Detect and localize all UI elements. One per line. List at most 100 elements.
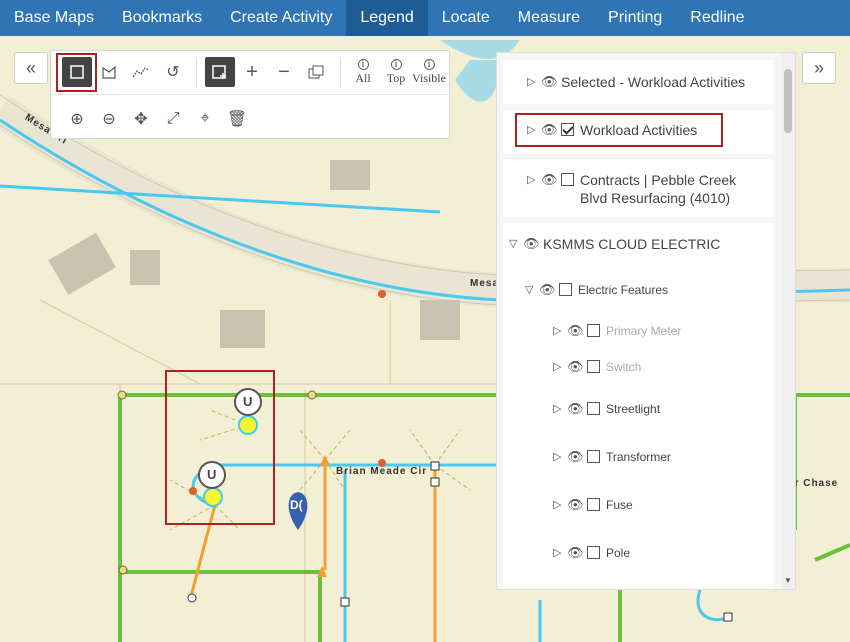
- layer-label: Switch: [606, 360, 642, 374]
- expand-arrow-icon[interactable]: ▷: [553, 546, 567, 559]
- scrollbar-thumb[interactable]: [784, 69, 792, 133]
- expand-arrow-icon[interactable]: ▷: [553, 498, 567, 511]
- top-nav: Base Maps Bookmarks Create Activity Lege…: [0, 0, 850, 36]
- eye-icon[interactable]: 👁: [567, 449, 587, 465]
- building: [130, 250, 160, 285]
- toolbar-row-select: ↺ + − i All i Top i Visible: [51, 51, 451, 95]
- device-node: [307, 390, 317, 400]
- eye-icon[interactable]: 👁: [541, 74, 561, 90]
- crosshair-icon: ⌖: [200, 110, 210, 127]
- layer-checkbox[interactable]: [587, 360, 600, 373]
- double-chevron-left-icon: «: [25, 57, 36, 78]
- legend-scrollbar[interactable]: ▼: [781, 53, 795, 589]
- layer-checkbox[interactable]: [587, 450, 600, 463]
- add-selection-button[interactable]: [205, 57, 235, 87]
- layer-streetlight[interactable]: ▷ 👁 Streetlight: [553, 400, 660, 418]
- nav-legend[interactable]: Legend: [346, 0, 428, 36]
- expand-arrow-icon[interactable]: ▷: [553, 450, 567, 463]
- info-icon: i: [390, 59, 402, 70]
- expand-arrow-icon[interactable]: ▷: [553, 402, 567, 415]
- nav-measure[interactable]: Measure: [504, 0, 594, 36]
- device-node: [189, 487, 197, 495]
- locate-button[interactable]: ⌖: [190, 104, 220, 134]
- highlight-rectangle-tool: [56, 53, 97, 92]
- layer-selected-workload[interactable]: ▷ 👁 Selected - Workload Activities: [527, 73, 745, 91]
- info-icon: i: [357, 59, 369, 70]
- expand-arrow-icon[interactable]: ▷: [553, 324, 567, 337]
- eye-icon[interactable]: 👁: [539, 282, 559, 298]
- zoom-in-icon: ⊕: [70, 111, 84, 128]
- layers-button[interactable]: [301, 57, 331, 87]
- eye-icon[interactable]: 👁: [567, 545, 587, 561]
- layer-checkbox[interactable]: [559, 283, 572, 296]
- u-marker-label: U: [243, 394, 253, 409]
- nav-locate[interactable]: Locate: [428, 0, 504, 36]
- layer-checkbox[interactable]: [587, 402, 600, 415]
- zoom-out-button[interactable]: ⊖: [94, 104, 124, 134]
- nav-bookmarks[interactable]: Bookmarks: [108, 0, 216, 36]
- layer-group-ksmms[interactable]: ▽ 👁 KSMMS CLOUD ELECTRIC: [509, 235, 720, 253]
- trash-icon: 🗑: [226, 111, 248, 128]
- eye-icon[interactable]: 👁: [523, 236, 543, 252]
- expand-arrow-icon[interactable]: ▷: [553, 360, 567, 373]
- nav-redline[interactable]: Redline: [676, 0, 758, 36]
- remove-button[interactable]: −: [269, 57, 299, 87]
- collapse-arrow-icon[interactable]: ▽: [509, 237, 523, 250]
- layer-primary-meter[interactable]: ▷ 👁 Primary Meter: [553, 322, 681, 340]
- building: [220, 310, 265, 348]
- nav-create-activity[interactable]: Create Activity: [216, 0, 346, 36]
- stacked-windows-icon: [308, 65, 324, 79]
- nav-base-maps[interactable]: Base Maps: [0, 0, 108, 36]
- layer-label: Fuse: [606, 498, 633, 512]
- layer-checkbox[interactable]: [561, 173, 574, 186]
- layer-fuse[interactable]: ▷ 👁 Fuse: [553, 496, 633, 514]
- collapse-arrow-icon[interactable]: ▽: [525, 283, 539, 296]
- undo-icon: ↺: [166, 64, 180, 81]
- eye-icon[interactable]: 👁: [567, 497, 587, 513]
- identify-visible-button[interactable]: i Visible: [411, 57, 447, 89]
- polyline-select-button[interactable]: [126, 57, 156, 87]
- layer-checkbox[interactable]: [587, 324, 600, 337]
- polygon-select-button[interactable]: [94, 57, 124, 87]
- eye-icon[interactable]: 👁: [567, 359, 587, 375]
- layer-pole[interactable]: ▷ 👁 Pole: [553, 544, 630, 562]
- clear-button[interactable]: 🗑: [222, 104, 252, 134]
- meter-symbol: [430, 477, 440, 487]
- layer-group-electric-features[interactable]: ▽ 👁 Electric Features: [525, 281, 668, 299]
- layer-checkbox[interactable]: [587, 498, 600, 511]
- zoom-out-icon: ⊖: [102, 111, 116, 128]
- layer-transformer[interactable]: ▷ 👁 Transformer: [553, 448, 671, 466]
- toolbar-separator: [340, 59, 341, 87]
- add-button[interactable]: +: [237, 57, 267, 87]
- collapse-right-button[interactable]: »: [802, 52, 836, 84]
- pan-button[interactable]: ✥: [126, 104, 156, 134]
- nav-printing[interactable]: Printing: [594, 0, 676, 36]
- device-node: [378, 290, 386, 298]
- eye-icon[interactable]: 👁: [567, 401, 587, 417]
- legend-panel: ▷ 👁 Selected - Workload Activities ▷ 👁 W…: [496, 52, 796, 590]
- eye-icon[interactable]: 👁: [567, 323, 587, 339]
- meter-symbol: [340, 597, 350, 607]
- layer-contracts[interactable]: ▷ 👁 Contracts | Pebble Creek Blvd Resurf…: [527, 171, 757, 207]
- expand-arrow-icon[interactable]: ▷: [527, 75, 541, 88]
- identify-top-button[interactable]: i Top: [384, 57, 408, 89]
- workload-marker: [238, 415, 258, 435]
- scroll-down-arrow-icon[interactable]: ▼: [784, 576, 792, 585]
- meter-symbol: [430, 461, 440, 471]
- identify-all-label: All: [355, 71, 371, 85]
- eye-icon[interactable]: 👁: [541, 172, 561, 188]
- identify-all-button[interactable]: i All: [352, 57, 374, 89]
- layer-label: Selected - Workload Activities: [561, 74, 746, 90]
- collapse-left-button[interactable]: «: [14, 52, 48, 84]
- layer-switch[interactable]: ▷ 👁 Switch: [553, 358, 641, 376]
- layer-checkbox[interactable]: [587, 546, 600, 559]
- zoom-in-button[interactable]: ⊕: [62, 104, 92, 134]
- street-label: Mesa: [470, 278, 500, 289]
- full-extent-button[interactable]: ⤢: [158, 104, 188, 134]
- legend-card: ▷ 👁 Contracts | Pebble Creek Blvd Resurf…: [503, 159, 773, 217]
- toolbar-separator: [196, 59, 197, 87]
- undo-button[interactable]: ↺: [158, 57, 188, 87]
- service-line: [188, 460, 437, 642]
- layer-label: Pole: [606, 546, 631, 560]
- expand-arrow-icon[interactable]: ▷: [527, 173, 541, 186]
